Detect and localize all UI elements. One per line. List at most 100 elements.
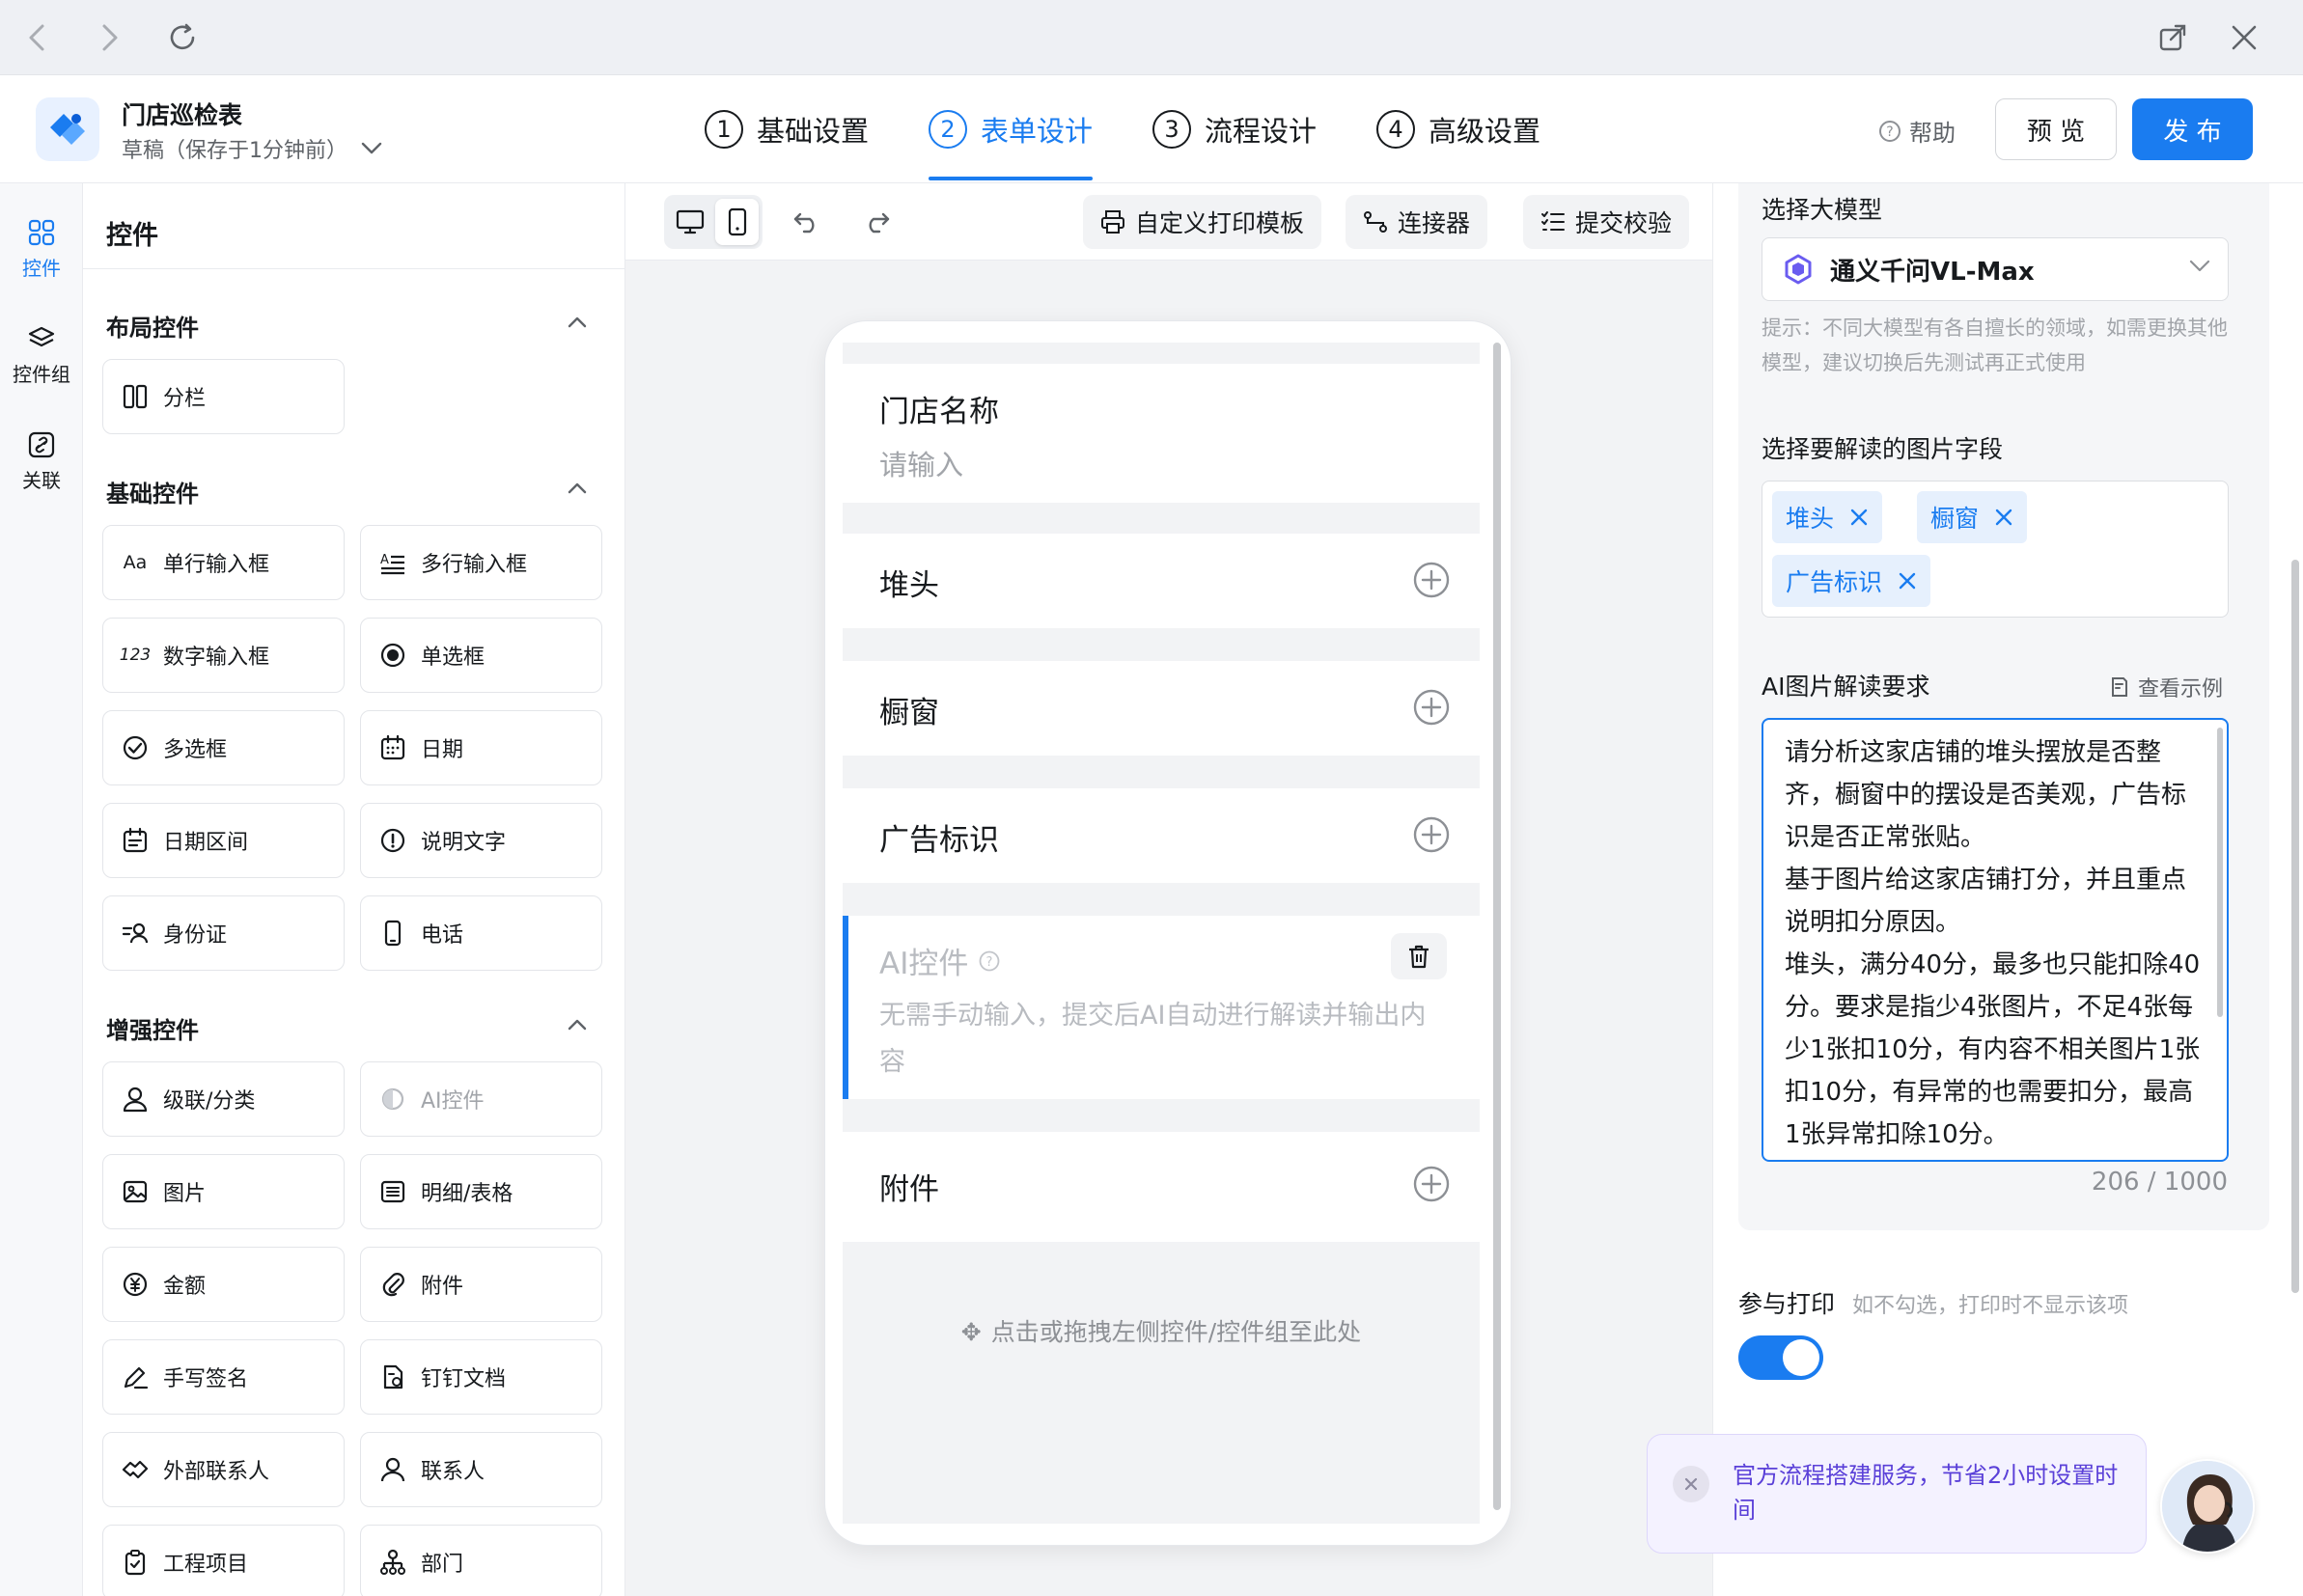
widget-radio[interactable]: 单选框 bbox=[360, 618, 602, 693]
image-icon bbox=[121, 1177, 150, 1206]
redo-icon[interactable] bbox=[857, 203, 896, 241]
publish-button[interactable]: 发 布 bbox=[2132, 98, 2253, 160]
preview-button[interactable]: 预 览 bbox=[1995, 98, 2117, 160]
close-icon[interactable] bbox=[1849, 508, 1869, 527]
widget-label: 电话 bbox=[421, 923, 464, 948]
close-icon bbox=[1684, 1477, 1698, 1491]
widget-label: 多行输入框 bbox=[421, 553, 528, 577]
submit-check-button[interactable]: 提交校验 bbox=[1523, 195, 1690, 249]
form-field-window[interactable]: 橱窗 bbox=[843, 661, 1480, 756]
money-icon bbox=[121, 1270, 150, 1299]
model-select[interactable]: 通义千问VL-Max bbox=[1762, 237, 2229, 301]
rail-item-widgets[interactable]: 控件 bbox=[0, 218, 83, 281]
plus-circle-icon[interactable] bbox=[1412, 815, 1451, 854]
open-external-icon[interactable] bbox=[2152, 17, 2193, 58]
widget-phone[interactable]: 电话 bbox=[360, 895, 602, 971]
widget-external-contact[interactable]: 外部联系人 bbox=[102, 1432, 345, 1507]
widget-text-input[interactable]: Aa 单行输入框 bbox=[102, 525, 345, 600]
preview-scrollbar[interactable] bbox=[1493, 343, 1501, 1510]
delete-field-button[interactable] bbox=[1391, 933, 1447, 979]
widget-textarea[interactable]: A 多行输入框 bbox=[360, 525, 602, 600]
help-label: 帮助 bbox=[1909, 120, 1956, 147]
close-icon[interactable] bbox=[1994, 508, 2013, 527]
widget-checkbox[interactable]: 多选框 bbox=[102, 710, 345, 785]
chevron-up-icon[interactable] bbox=[566, 1013, 589, 1036]
prompt-scrollbar[interactable] bbox=[2217, 728, 2223, 1017]
widget-attachment[interactable]: 附件 bbox=[360, 1247, 602, 1322]
form-field-ai[interactable]: AI控件 ? 无需手动输入，提交后AI自动进行解读并输出内容 bbox=[843, 916, 1480, 1099]
step-label: 流程设计 bbox=[1205, 115, 1318, 148]
group-title-layout: 布局控件 bbox=[106, 315, 199, 342]
prompt-textarea[interactable]: 请分析这家店铺的堆头摆放是否整齐，橱窗中的摆设是否美观，广告标识是否正常张贴。 … bbox=[1762, 718, 2229, 1162]
image-tag: 广告标识 bbox=[1772, 555, 1931, 607]
help-link[interactable]: ? 帮助 bbox=[1878, 114, 1956, 148]
widget-money[interactable]: 金额 bbox=[102, 1247, 345, 1322]
widget-date[interactable]: 日期 bbox=[360, 710, 602, 785]
rail-item-widget-groups[interactable]: 控件组 bbox=[0, 324, 83, 387]
desktop-view-button[interactable] bbox=[668, 199, 711, 245]
drop-zone-hint[interactable]: ✥ 点击或拖拽左侧控件/控件组至此处 bbox=[843, 1313, 1480, 1348]
form-field-store-name[interactable]: 门店名称 请输入 bbox=[843, 364, 1480, 503]
widget-label: 说明文字 bbox=[421, 831, 507, 855]
widget-table[interactable]: 明细/表格 bbox=[360, 1154, 602, 1229]
widget-image[interactable]: 图片 bbox=[102, 1154, 345, 1229]
refresh-icon[interactable] bbox=[162, 17, 203, 58]
columns-icon bbox=[121, 382, 150, 411]
step-basic[interactable]: 1 基础设置 bbox=[705, 75, 869, 183]
chevron-up-icon[interactable] bbox=[566, 311, 589, 334]
plus-circle-icon[interactable] bbox=[1412, 688, 1451, 727]
form-field-ad-sign[interactable]: 广告标识 bbox=[843, 788, 1480, 883]
phone-icon bbox=[378, 919, 407, 948]
draft-status[interactable]: 草稿（保存于1分钟前） bbox=[122, 133, 382, 164]
print-template-button[interactable]: 自定义打印模板 bbox=[1083, 195, 1322, 249]
undo-icon[interactable] bbox=[788, 203, 826, 241]
widget-number-input[interactable]: 123 数字输入框 bbox=[102, 618, 345, 693]
print-toggle[interactable] bbox=[1738, 1335, 1823, 1380]
widget-signature[interactable]: 手写签名 bbox=[102, 1339, 345, 1415]
widget-ai[interactable]: AI控件 bbox=[360, 1061, 602, 1137]
step-form-design[interactable]: 2 表单设计 bbox=[929, 75, 1094, 183]
widget-label: 部门 bbox=[421, 1553, 464, 1577]
printer-icon bbox=[1101, 210, 1124, 234]
close-icon[interactable] bbox=[1898, 571, 1917, 591]
step-advanced[interactable]: 4 高级设置 bbox=[1376, 75, 1540, 183]
widget-date-range[interactable]: 日期区间 bbox=[102, 803, 345, 878]
back-icon[interactable] bbox=[17, 17, 58, 58]
mobile-view-button[interactable] bbox=[715, 199, 759, 245]
plus-circle-icon[interactable] bbox=[1412, 1165, 1451, 1203]
text-input-icon: Aa bbox=[123, 552, 148, 573]
rail-item-relations[interactable]: 关联 bbox=[0, 430, 83, 493]
widget-cascade[interactable]: 级联/分类 bbox=[102, 1061, 345, 1137]
form-field-endcap[interactable]: 堆头 bbox=[843, 534, 1480, 628]
widget-id-card[interactable]: 身份证 bbox=[102, 895, 345, 971]
radio-icon bbox=[378, 641, 407, 670]
image-field-select[interactable]: 堆头 橱窗 广告标识 bbox=[1762, 481, 2229, 618]
widget-contact[interactable]: 联系人 bbox=[360, 1432, 602, 1507]
grid-icon bbox=[28, 219, 55, 246]
widget-description[interactable]: 说明文字 bbox=[360, 803, 602, 878]
group-title-basic: 基础控件 bbox=[106, 481, 199, 508]
widget-project[interactable]: 工程项目 bbox=[102, 1525, 345, 1596]
step-number: 3 bbox=[1152, 110, 1192, 149]
chevron-up-icon[interactable] bbox=[566, 477, 589, 500]
widget-columns[interactable]: 分栏 bbox=[102, 359, 345, 434]
forward-icon[interactable] bbox=[89, 17, 129, 58]
model-label: 选择大模型 bbox=[1762, 196, 1883, 224]
image-tag: 橱窗 bbox=[1917, 491, 2028, 543]
connector-button[interactable]: 连接器 bbox=[1346, 195, 1488, 249]
mobile-preview: 门店名称 请输入 堆头 橱窗 广告标识 AI控件 ? 无需手动输入，提交后AI自… bbox=[824, 320, 1512, 1546]
properties-panel: 选择大模型 通义千问VL-Max 提示：不同大模型有各自擅长的领域，如需更换其他… bbox=[1712, 183, 2303, 1596]
properties-scrollbar[interactable] bbox=[2291, 560, 2299, 1293]
widget-dingtalk-doc[interactable]: 钉钉文档 bbox=[360, 1339, 602, 1415]
promo-close-button[interactable] bbox=[1673, 1466, 1709, 1502]
form-field-attachment[interactable]: 附件 bbox=[843, 1132, 1480, 1242]
widget-department[interactable]: 部门 bbox=[360, 1525, 602, 1596]
plus-circle-icon[interactable] bbox=[1412, 561, 1451, 599]
promo-banner[interactable]: 官方流程搭建服务，节省2小时设置时间 bbox=[1647, 1434, 2147, 1554]
close-window-icon[interactable] bbox=[2224, 17, 2264, 58]
widget-label: AI控件 bbox=[421, 1089, 485, 1114]
view-example-link[interactable]: 查看示例 bbox=[2109, 672, 2223, 702]
step-flow-design[interactable]: 3 流程设计 bbox=[1152, 75, 1317, 183]
print-template-label: 自定义打印模板 bbox=[1135, 209, 1305, 237]
service-avatar[interactable] bbox=[2160, 1459, 2255, 1554]
